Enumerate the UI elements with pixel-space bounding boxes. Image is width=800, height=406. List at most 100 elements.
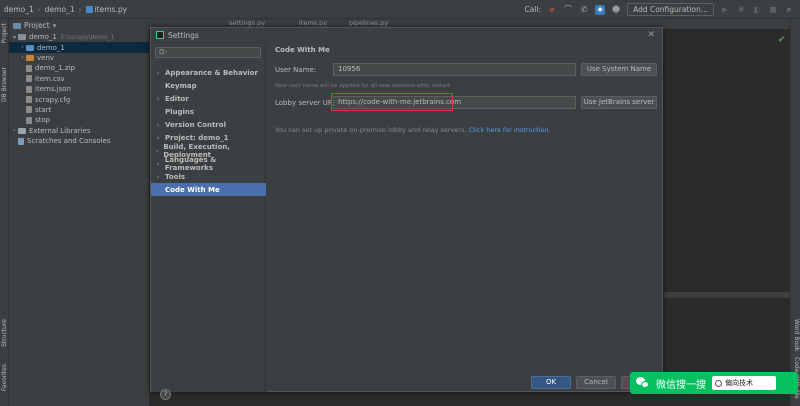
settings-nav: Q- › Appearance & Behavior Keymap › Edit… bbox=[151, 42, 266, 400]
ok-button[interactable]: OK bbox=[531, 376, 571, 389]
nav-label: Keymap bbox=[165, 81, 197, 90]
coverage-icon[interactable]: ◧ bbox=[752, 5, 762, 15]
code-with-me-icon[interactable]: ◉ bbox=[595, 4, 606, 15]
project-panel-title[interactable]: Project bbox=[24, 21, 50, 30]
cancel-button[interactable]: Cancel bbox=[576, 376, 616, 389]
close-icon[interactable]: ✕ bbox=[647, 30, 655, 40]
tree-row[interactable]: › demo_1 bbox=[9, 42, 149, 53]
tree-row[interactable]: scrapy.cfg bbox=[9, 94, 149, 104]
nav-keymap[interactable]: Keymap bbox=[151, 79, 266, 92]
section-title: Code With Me bbox=[275, 46, 330, 54]
call-label: Call: bbox=[524, 5, 542, 14]
highlight-annotation bbox=[331, 93, 453, 111]
csv-file-icon bbox=[26, 75, 32, 83]
project-panel: Project ▾ ▾ demo_1 E:\scrapy\demo_1 › de… bbox=[9, 19, 149, 406]
nav-label: Code With Me bbox=[165, 185, 220, 194]
nav-plugins[interactable]: Plugins bbox=[151, 105, 266, 118]
stop-icon[interactable]: ■ bbox=[768, 5, 778, 15]
nav-label: Appearance & Behavior bbox=[165, 68, 258, 77]
chevron-right-icon: › bbox=[156, 159, 160, 168]
scratches-icon bbox=[18, 137, 24, 145]
chevron-right-icon[interactable]: › bbox=[19, 54, 26, 61]
hangup-icon[interactable]: ✆ bbox=[579, 5, 589, 15]
chevron-right-icon: › bbox=[156, 94, 160, 103]
run-icon[interactable]: ▶ bbox=[720, 5, 730, 15]
wechat-watermark: 微信搜一搜 偏向技术 bbox=[630, 372, 798, 394]
nav-label: Version Control bbox=[165, 120, 226, 129]
tool-tab-word-book[interactable]: Word Book bbox=[793, 319, 800, 351]
settings-search-input[interactable]: Q- bbox=[155, 47, 261, 58]
breadcrumb-item[interactable]: demo_1 bbox=[4, 5, 34, 14]
editor-divider bbox=[664, 292, 790, 298]
nav-tools[interactable]: › Tools bbox=[151, 170, 266, 183]
tree-row-label: venv bbox=[37, 53, 55, 62]
breadcrumb-separator: › bbox=[78, 4, 82, 14]
tree-row[interactable]: › venv bbox=[9, 53, 149, 63]
help-button[interactable]: ? bbox=[160, 389, 171, 400]
tree-row-path: E:\scrapy\demo_1 bbox=[60, 33, 115, 41]
nav-appearance[interactable]: › Appearance & Behavior bbox=[151, 66, 266, 79]
tool-tab-favorites[interactable]: Favorites bbox=[1, 364, 8, 391]
chevron-down-icon[interactable]: ▾ bbox=[11, 34, 18, 41]
tree-row[interactable]: ▾ demo_1 E:\scrapy\demo_1 bbox=[9, 32, 149, 42]
headphones-icon[interactable]: ⌒ bbox=[563, 5, 573, 15]
use-system-name-button[interactable]: Use System Name bbox=[581, 63, 657, 76]
chevron-right-icon: › bbox=[156, 68, 160, 77]
editor-area[interactable] bbox=[664, 29, 790, 406]
tree-row[interactable]: item.csv bbox=[9, 74, 149, 84]
chevron-right-icon: › bbox=[156, 120, 160, 129]
tree-row[interactable]: items.json bbox=[9, 84, 149, 94]
pycharm-logo-icon bbox=[156, 31, 164, 39]
tree-row[interactable]: › External Libraries bbox=[9, 126, 149, 136]
tree-row[interactable]: Scratches and Consoles bbox=[9, 136, 149, 146]
instruction-link[interactable]: Click here for instruction. bbox=[469, 126, 551, 134]
add-configuration-button[interactable]: Add Configuration... bbox=[627, 3, 714, 16]
debug-icon[interactable]: ✱ bbox=[736, 5, 746, 15]
microphone-muted-icon[interactable]: ⌀ bbox=[547, 5, 557, 15]
watermark-text: 微信搜一搜 bbox=[656, 379, 706, 391]
project-panel-header: Project ▾ bbox=[9, 19, 149, 32]
nav-editor[interactable]: › Editor bbox=[151, 92, 266, 105]
info-text-body: You can set up private on-premise lobby … bbox=[275, 126, 467, 134]
chevron-right-icon[interactable]: › bbox=[11, 127, 18, 134]
watermark-search-text: 偏向技术 bbox=[725, 379, 753, 387]
chevron-right-icon: › bbox=[155, 146, 159, 155]
folder-icon bbox=[18, 34, 26, 41]
config-file-icon bbox=[26, 96, 32, 104]
user-add-icon[interactable]: ☻ bbox=[611, 5, 621, 15]
dialog-title: Settings bbox=[168, 30, 199, 40]
info-text: You can set up private on-premise lobby … bbox=[275, 126, 551, 134]
folder-icon bbox=[26, 54, 34, 61]
tree-row[interactable]: start bbox=[9, 105, 149, 115]
breadcrumb-separator: › bbox=[37, 4, 41, 14]
right-tool-strip: Word Book Code With Me bbox=[790, 19, 800, 406]
tree-row-label: scrapy.cfg bbox=[35, 95, 71, 104]
tree-row[interactable]: stop bbox=[9, 115, 149, 125]
chevron-right-icon: › bbox=[156, 172, 160, 181]
nav-label: Editor bbox=[165, 94, 189, 103]
tree-row-label: item.csv bbox=[35, 74, 65, 83]
tool-tab-structure[interactable]: Structure bbox=[1, 319, 8, 347]
chevron-down-icon[interactable]: ▾ bbox=[53, 21, 57, 30]
tree-row-label: items.json bbox=[35, 85, 71, 94]
checkmark-icon: ✔ bbox=[778, 35, 786, 45]
tool-tab-project[interactable]: Project bbox=[1, 23, 8, 44]
chevron-right-icon[interactable]: › bbox=[19, 44, 26, 51]
breadcrumb-item[interactable]: demo_1 bbox=[45, 5, 75, 14]
nav-code-with-me[interactable]: Code With Me bbox=[151, 183, 266, 196]
user-name-hint: New user name will be applied for all ne… bbox=[275, 83, 450, 89]
breadcrumb-item[interactable]: items.py bbox=[95, 5, 127, 14]
tool-tab-db-browser[interactable]: DB Browser bbox=[1, 67, 8, 102]
watermark-search-box: 偏向技术 bbox=[712, 376, 776, 390]
json-file-icon bbox=[26, 85, 32, 93]
use-jetbrains-server-button[interactable]: Use JetBrains server bbox=[581, 96, 657, 109]
nav-version-control[interactable]: › Version Control bbox=[151, 118, 266, 131]
search-everywhere-icon[interactable]: ⌕ bbox=[784, 5, 794, 15]
search-icon bbox=[715, 379, 722, 387]
tree-row-label: demo_1.zip bbox=[35, 64, 76, 73]
tree-row[interactable]: demo_1.zip bbox=[9, 63, 149, 73]
folder-icon bbox=[26, 44, 34, 51]
nav-label: Project: demo_1 bbox=[165, 133, 229, 142]
user-name-field[interactable]: 10956 bbox=[333, 63, 576, 76]
nav-languages[interactable]: › Languages & Frameworks bbox=[151, 156, 266, 172]
